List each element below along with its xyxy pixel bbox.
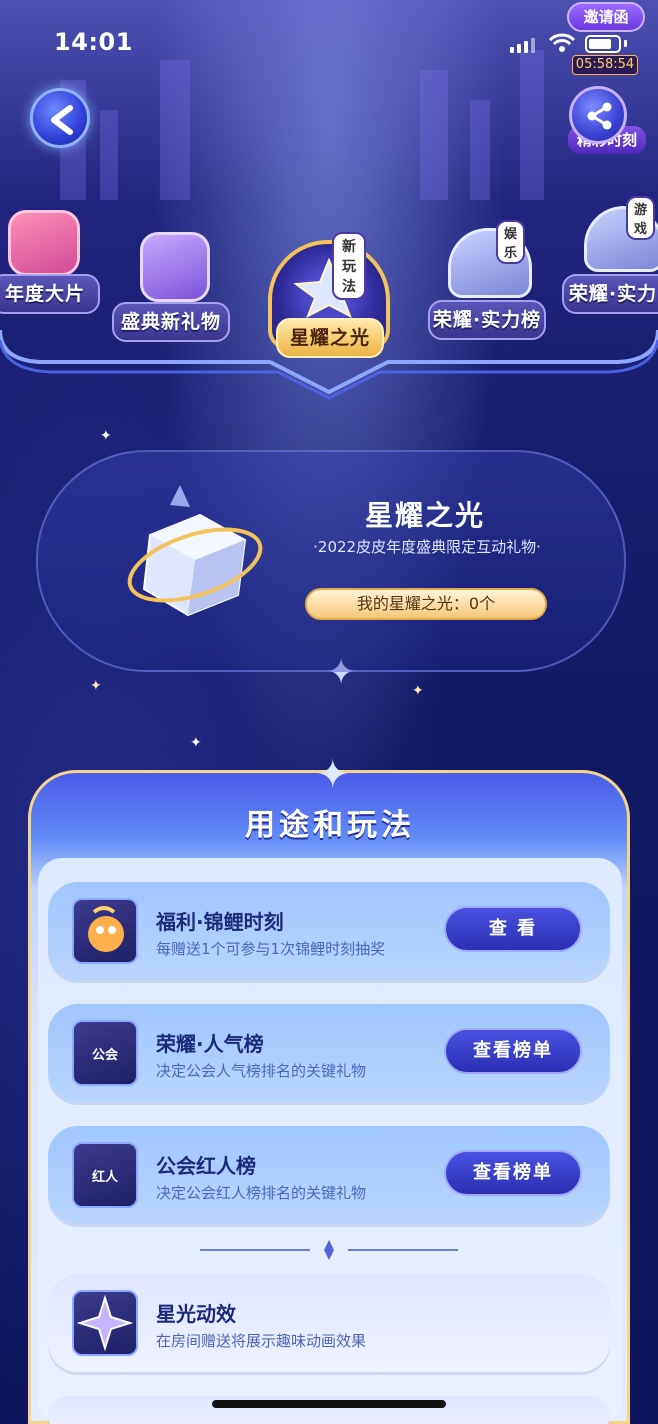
sparkle-icon: ✦: [412, 683, 424, 699]
view-ranking-button[interactable]: 查看榜单: [444, 1150, 582, 1196]
icon-label: 红人: [91, 1170, 118, 1185]
video-play-icon: [8, 210, 80, 276]
hero-title: 星耀之光: [364, 499, 485, 532]
row-title: 星光动效: [156, 1302, 236, 1326]
signal-icon: [510, 38, 535, 53]
battery-icon: [585, 35, 621, 53]
tab-badge-new: 新玩法: [332, 232, 366, 300]
sparkle-icon: ✦: [90, 678, 102, 694]
icon-label: 公会: [91, 1048, 118, 1063]
list-item: 红人 公会红人榜 决定公会红人榜排名的关键礼物 查看榜单: [48, 1126, 610, 1224]
sparkle-icon: ✦: [316, 752, 350, 798]
star-light-gift-icon: [127, 485, 263, 617]
tab-badge-game: 游戏: [626, 196, 656, 240]
gift-box-icon: [140, 232, 210, 302]
sparkle-icon: ✦: [190, 735, 202, 751]
tab-label: 盛典新礼物: [112, 302, 230, 342]
section-divider: [200, 1240, 458, 1260]
red-star-badge-icon: 红人: [72, 1142, 138, 1208]
countdown-timer: 05:58:54: [572, 55, 638, 75]
list-item: 星光动效 在房间赠送将展示趣味动画效果: [48, 1274, 610, 1372]
row-title: 福利·锦鲤时刻: [156, 910, 284, 934]
view-button[interactable]: 查 看: [444, 906, 582, 952]
row-title: 荣耀·人气榜: [156, 1032, 264, 1056]
tab-badge-ent: 娱乐: [496, 220, 526, 264]
tab-label: 荣耀·实力: [562, 274, 658, 314]
row-desc: 每赠送1个可参与1次锦鲤时刻抽奖: [156, 940, 386, 958]
list-item: 公会 荣耀·人气榜 决定公会人气榜排名的关键礼物 查看榜单: [48, 1004, 610, 1102]
koi-icon: [72, 898, 138, 964]
status-bar: 14:01: [0, 26, 658, 60]
wifi-icon: [548, 33, 576, 52]
status-time: 14:01: [54, 28, 133, 56]
hero-subtitle: ·2022皮皮年度盛典限定互动礼物·: [313, 538, 541, 556]
tab-label: 年度大片: [0, 274, 100, 314]
list-item: 福利·锦鲤时刻 每赠送1个可参与1次锦鲤时刻抽奖 查 看: [48, 882, 610, 980]
chevron-left-icon: [51, 105, 73, 135]
sparkle-effect-icon: [72, 1290, 138, 1356]
invite-button[interactable]: 邀请函: [567, 2, 645, 32]
battery-tip: [624, 40, 627, 47]
sparkle-icon: ✦: [100, 428, 112, 444]
panel-heading: 用途和玩法: [245, 808, 415, 843]
row-desc: 决定公会红人榜排名的关键礼物: [156, 1184, 367, 1202]
row-desc: 决定公会人气榜排名的关键礼物: [156, 1062, 367, 1080]
row-title: 公会红人榜: [156, 1154, 256, 1178]
home-indicator[interactable]: [212, 1400, 446, 1408]
share-icon: [587, 102, 612, 130]
guild-badge-icon: 公会: [72, 1020, 138, 1086]
back-button[interactable]: [30, 88, 90, 148]
row-desc: 在房间赠送将展示趣味动画效果: [156, 1332, 367, 1350]
tab-label: 星耀之光: [276, 318, 384, 358]
share-button[interactable]: [569, 86, 627, 144]
view-ranking-button[interactable]: 查看榜单: [444, 1028, 582, 1074]
my-star-light-count: 我的星耀之光：0个: [305, 588, 547, 620]
tab-label: 荣耀·实力榜: [428, 300, 546, 340]
